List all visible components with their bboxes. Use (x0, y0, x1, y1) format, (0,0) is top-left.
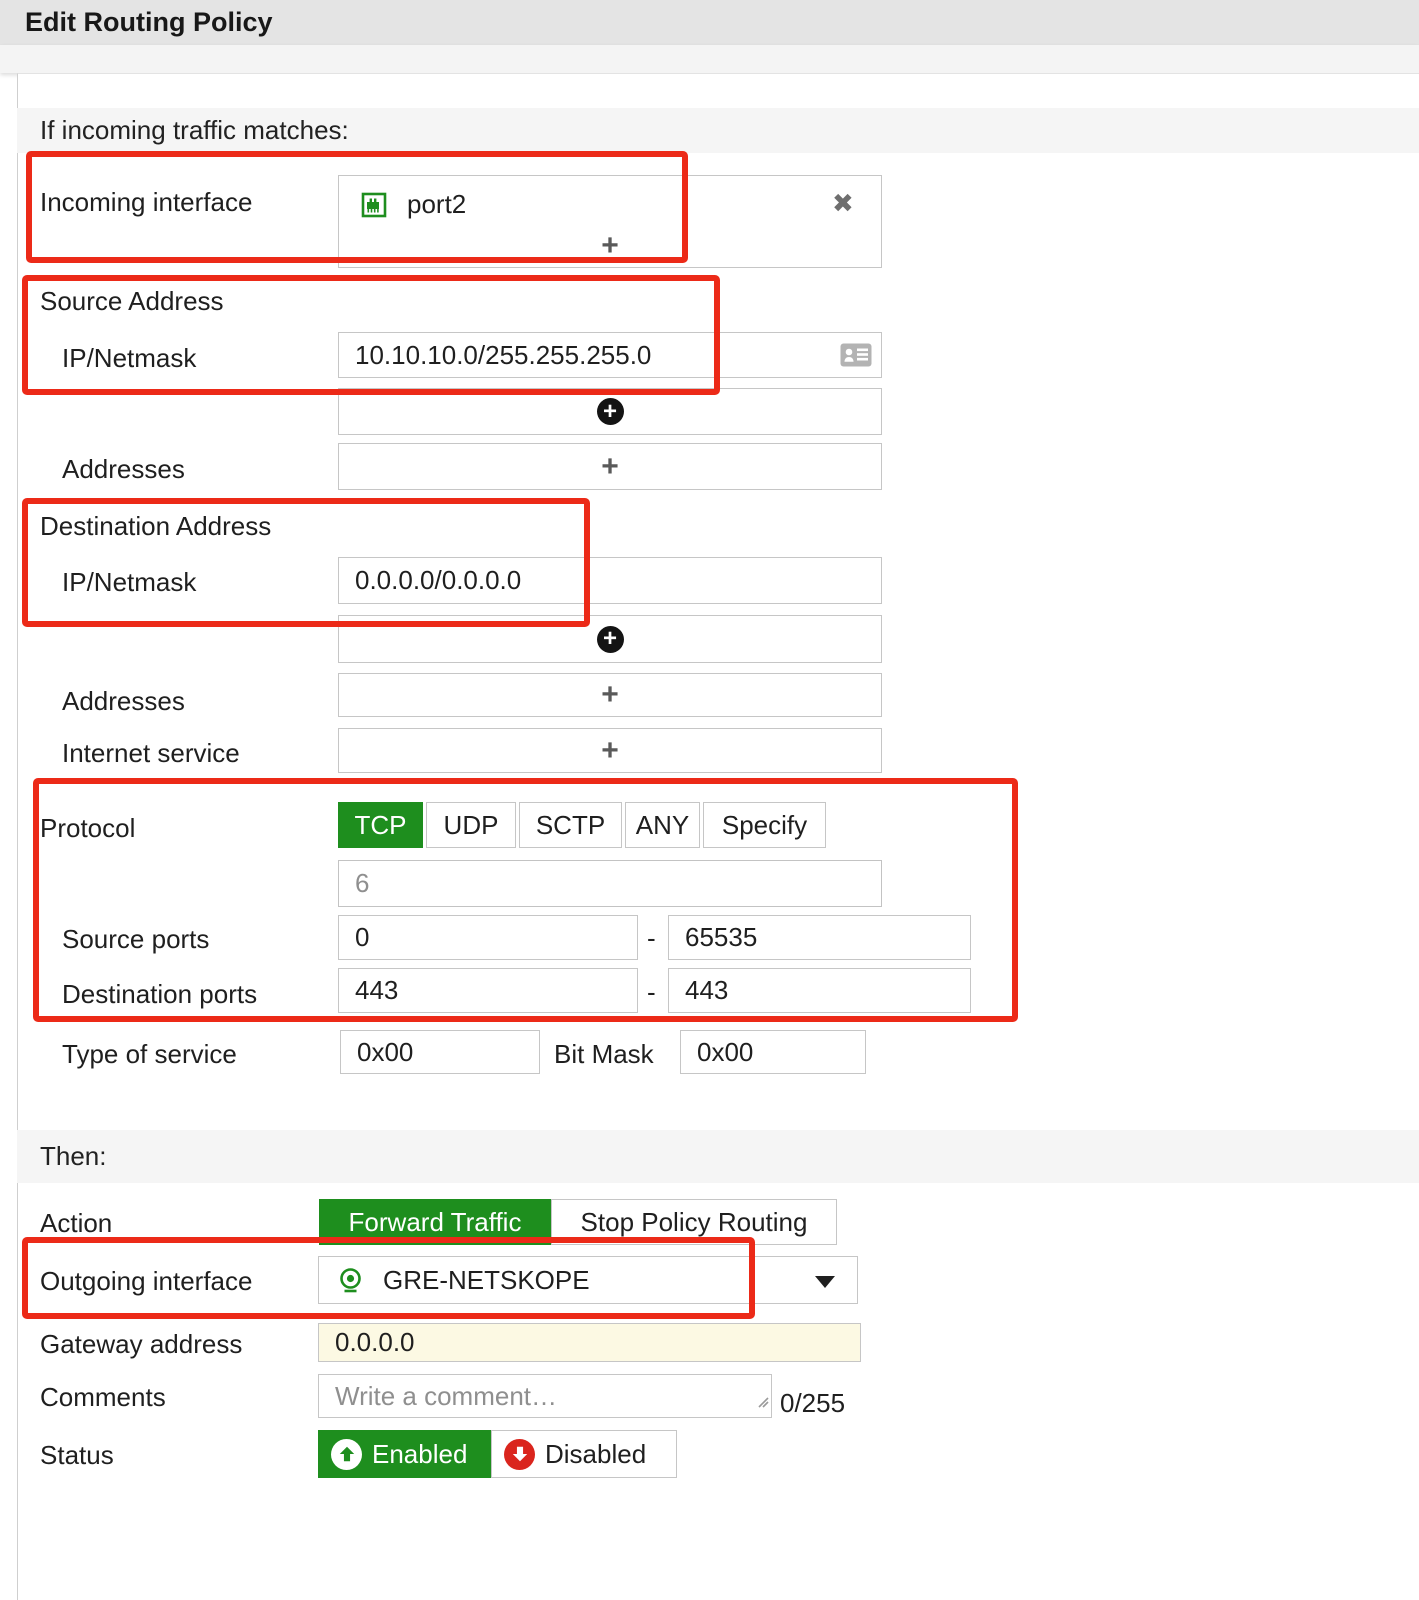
source-ports-label: Source ports (62, 924, 210, 954)
circled-plus-icon: + (596, 398, 624, 425)
protocol-option-specify[interactable]: Specify (703, 802, 826, 848)
toolbar-strip (0, 45, 1419, 73)
gateway-address-label: Gateway address (40, 1329, 243, 1359)
protocol-option-tcp[interactable]: TCP (338, 802, 423, 848)
outgoing-interface-select[interactable]: GRE-NETSKOPE (318, 1256, 858, 1304)
bit-mask-label: Bit Mask (554, 1039, 654, 1069)
protocol-number-input[interactable]: 6 (338, 860, 882, 907)
interface-entry-label: port2 (407, 189, 467, 219)
incoming-interface-add-button[interactable]: + (339, 231, 881, 262)
status-label: Status (40, 1440, 114, 1470)
action-option-stop-policy-routing[interactable]: Stop Policy Routing (551, 1199, 837, 1245)
internet-service-label: Internet service (62, 738, 240, 768)
destination-ip-add-row-button[interactable]: + (338, 615, 882, 663)
type-of-service-input[interactable]: 0x00 (340, 1030, 540, 1074)
destination-port-to-input[interactable]: 443 (668, 968, 971, 1013)
comments-placeholder: Write a comment… (335, 1381, 558, 1411)
type-of-service-label: Type of service (62, 1039, 237, 1069)
gateway-address-input[interactable]: 0.0.0.0 (318, 1323, 861, 1362)
protocol-label: Protocol (40, 813, 136, 843)
outgoing-interface-value: GRE-NETSKOPE (383, 1264, 590, 1295)
comments-textarea[interactable]: Write a comment… (318, 1374, 772, 1418)
destination-port-from-input[interactable]: 443 (338, 968, 638, 1013)
edit-routing-policy-page: Edit Routing Policy If incoming traffic … (0, 0, 1419, 1600)
match-section-header: If incoming traffic matches: (17, 108, 1419, 153)
address-book-icon[interactable] (840, 343, 872, 367)
status-option-disabled[interactable]: Disabled (491, 1430, 677, 1478)
incoming-interface-label: Incoming interface (40, 187, 253, 217)
source-ip-netmask-input[interactable]: 10.10.10.0/255.255.255.0 (338, 332, 882, 378)
source-ip-add-row-button[interactable]: + (338, 388, 882, 435)
outgoing-interface-label: Outgoing interface (40, 1266, 253, 1296)
then-section-header: Then: (17, 1130, 1419, 1183)
destination-addresses-label: Addresses (62, 686, 185, 716)
remove-interface-icon[interactable]: ✖ (832, 190, 854, 216)
gre-tunnel-icon (337, 1267, 364, 1294)
protocol-option-udp[interactable]: UDP (426, 802, 516, 848)
ethernet-port-icon (361, 192, 387, 218)
source-addresses-add-button[interactable]: + (338, 443, 882, 490)
protocol-option-sctp[interactable]: SCTP (519, 802, 622, 848)
interface-entry-port2[interactable]: port2 (361, 189, 466, 220)
match-section-heading: If incoming traffic matches: (40, 115, 349, 145)
chevron-down-icon (815, 1276, 835, 1288)
source-port-to-input[interactable]: 65535 (668, 915, 971, 960)
source-addresses-label: Addresses (62, 454, 185, 484)
incoming-interface-select[interactable]: port2 + (338, 175, 882, 268)
destination-address-heading: Destination Address (40, 511, 272, 541)
action-label: Action (40, 1208, 113, 1238)
destination-ip-netmask-input[interactable]: 0.0.0.0/0.0.0.0 (338, 557, 882, 604)
comments-char-counter: 0/255 (780, 1388, 846, 1418)
internet-service-add-button[interactable]: + (338, 728, 882, 773)
source-address-heading: Source Address (40, 286, 224, 316)
port-range-separator: - (647, 923, 656, 953)
comments-label: Comments (40, 1382, 166, 1412)
plus-icon: + (601, 733, 619, 767)
destination-ports-label: Destination ports (62, 979, 258, 1009)
then-section-heading: Then: (40, 1141, 107, 1171)
source-ip-netmask-label: IP/Netmask (62, 343, 197, 373)
enabled-up-arrow-icon (331, 1438, 362, 1470)
status-option-enabled[interactable]: Enabled (318, 1430, 491, 1478)
action-option-forward-traffic[interactable]: Forward Traffic (319, 1199, 551, 1245)
plus-icon: + (601, 449, 619, 483)
disabled-down-arrow-icon (504, 1438, 535, 1470)
destination-addresses-add-button[interactable]: + (338, 673, 882, 717)
resize-grip-icon[interactable] (757, 1384, 769, 1415)
bit-mask-input[interactable]: 0x00 (680, 1030, 866, 1074)
source-port-from-input[interactable]: 0 (338, 915, 638, 960)
circled-plus-icon: + (596, 625, 624, 653)
page-title: Edit Routing Policy (25, 7, 273, 37)
dialog-title-bar: Edit Routing Policy (0, 0, 1419, 45)
destination-ip-netmask-label: IP/Netmask (62, 567, 197, 597)
port-range-separator: - (647, 977, 656, 1007)
protocol-option-any[interactable]: ANY (625, 802, 700, 848)
plus-icon: + (601, 678, 619, 711)
